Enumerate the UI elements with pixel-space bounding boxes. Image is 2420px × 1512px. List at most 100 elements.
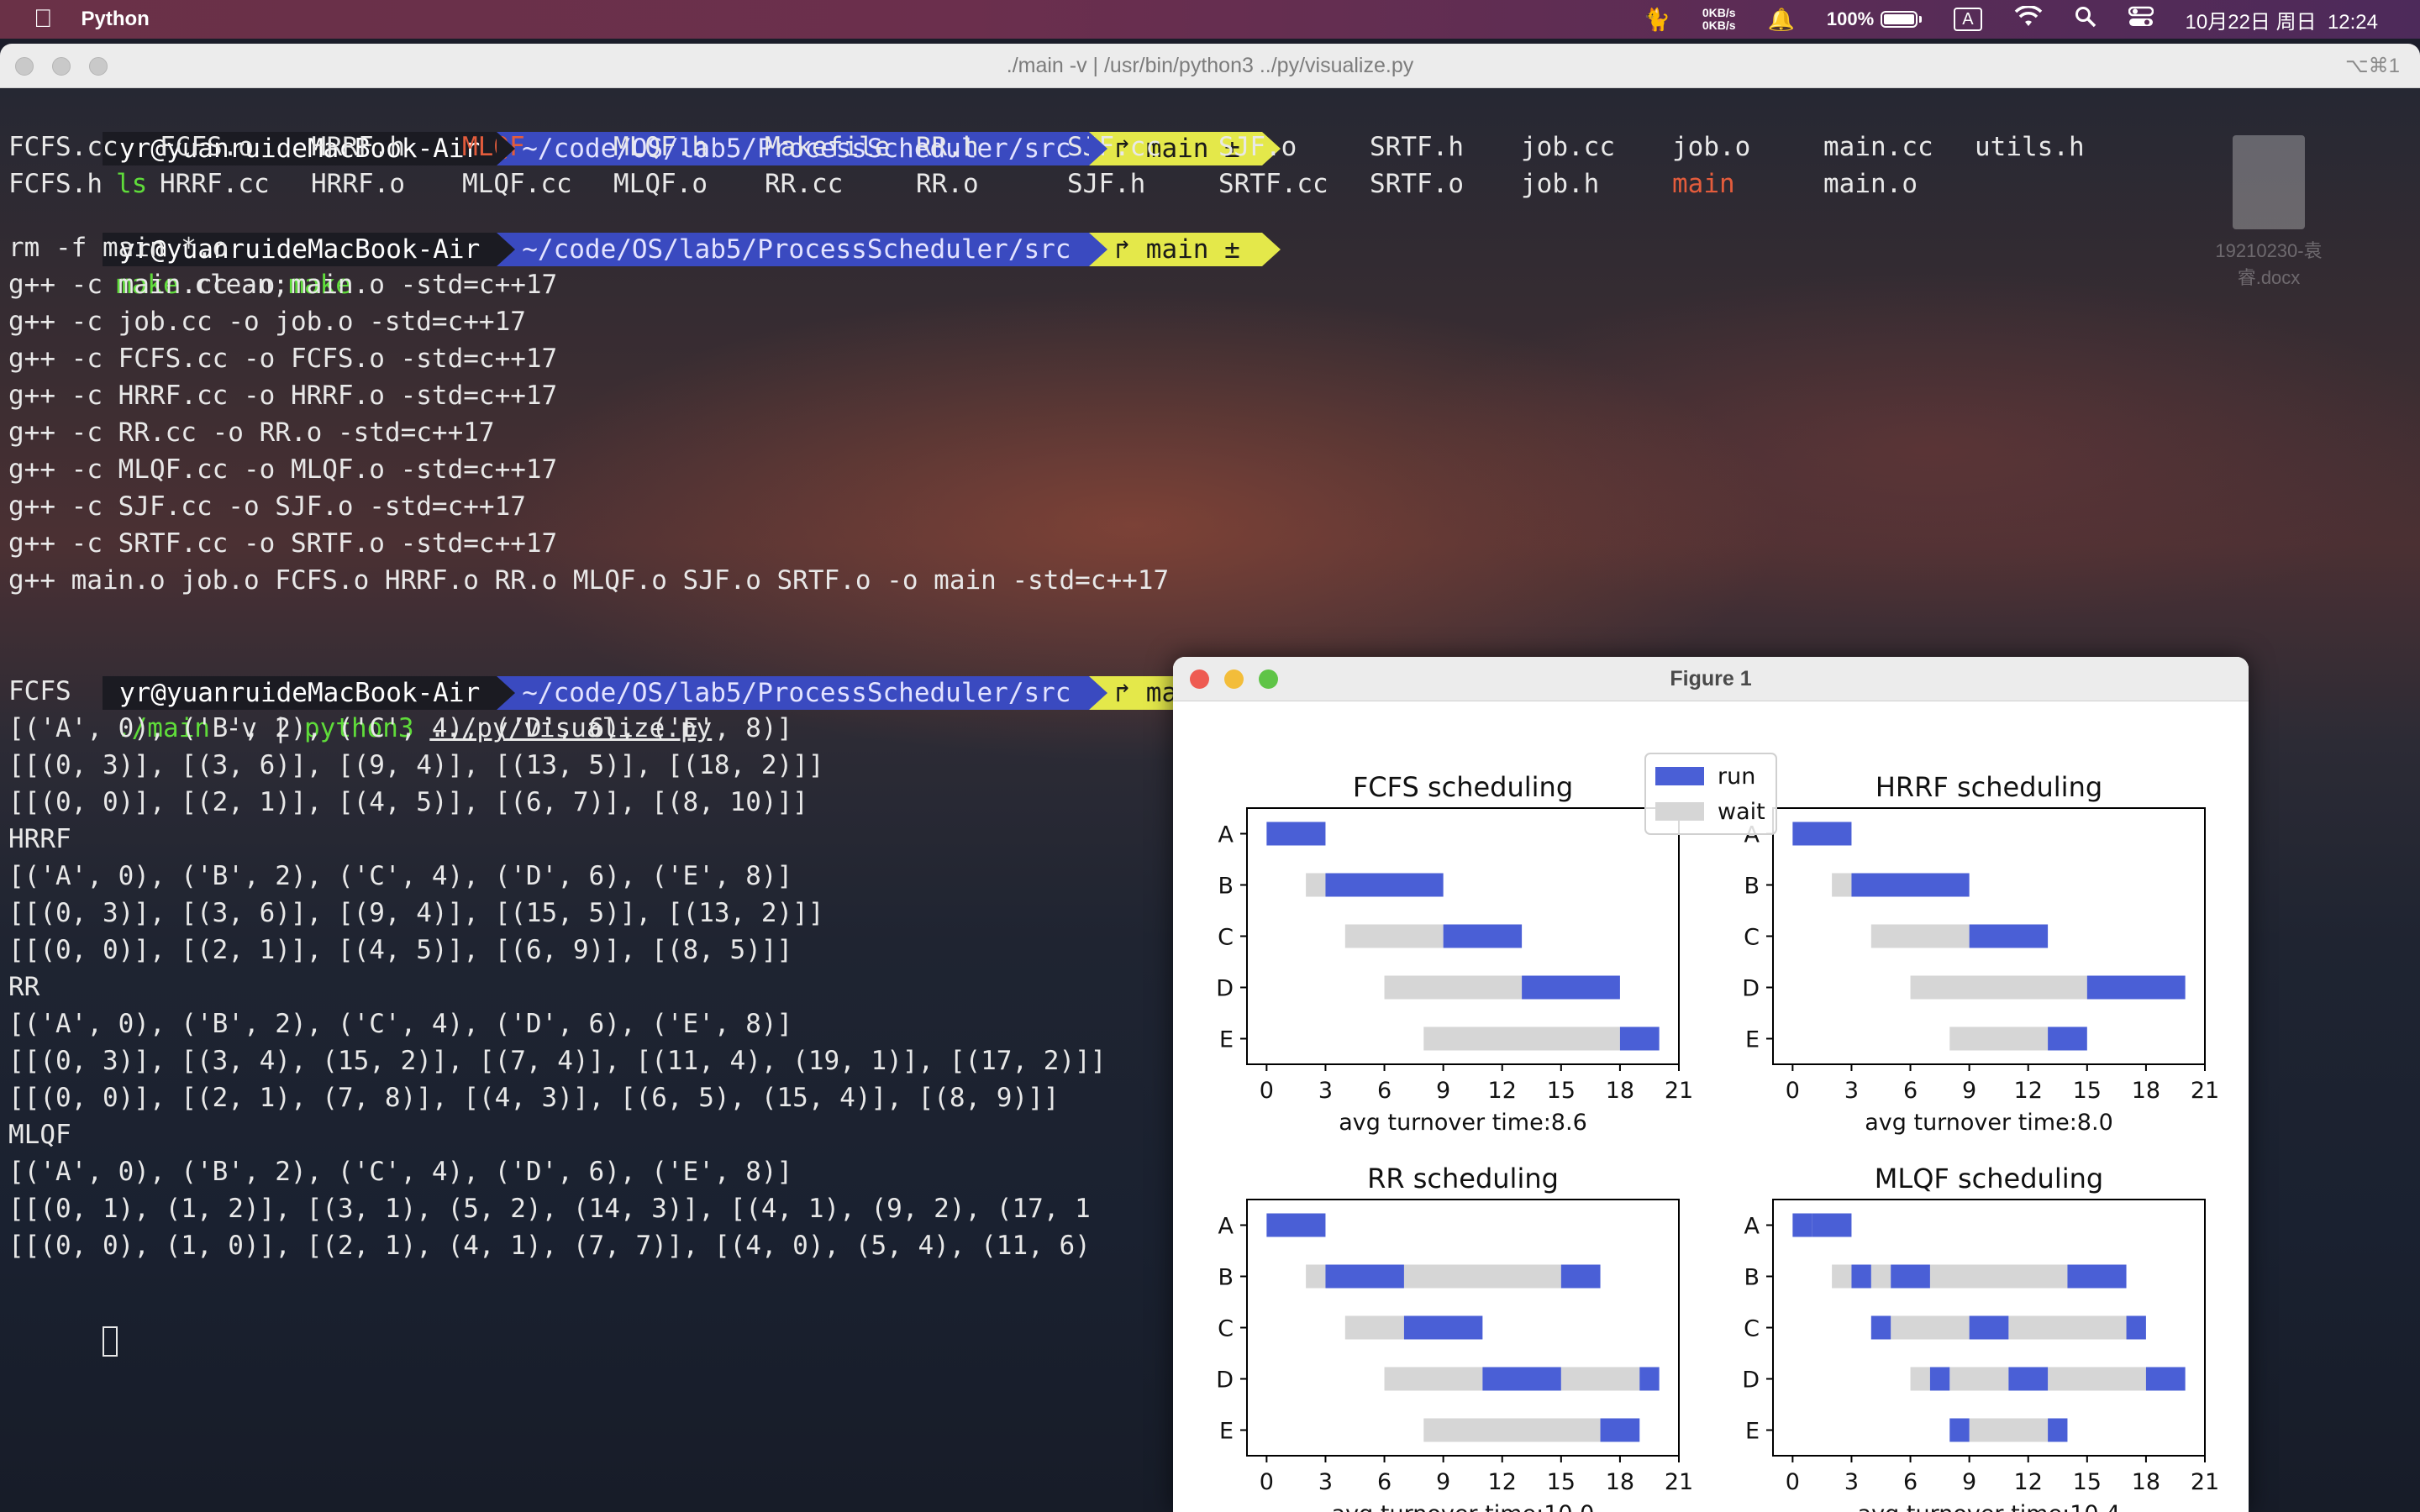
x-tick-label: 21 — [1665, 1469, 1693, 1495]
figure-titlebar[interactable]: Figure 1 — [1173, 657, 2249, 701]
y-tick-label: A — [1218, 1214, 1234, 1240]
wait-bar — [1832, 1264, 1852, 1289]
figure-zoom-button[interactable] — [1259, 669, 1278, 689]
make-output-line: g++ -c main.cc -o main.o -std=c++17 — [8, 270, 558, 300]
prompt-separator — [1089, 232, 1108, 266]
y-tick-label: C — [1218, 1316, 1234, 1342]
wait-bar — [1949, 1026, 2049, 1051]
wait-bar — [1870, 1264, 1891, 1289]
figure-window[interactable]: Figure 1 FCFS scheduling A B C D E 0 3 6 9 12 15 18 2… — [1173, 657, 2249, 1512]
chart-title: FCFS scheduling — [1353, 771, 1573, 803]
battery-indicator[interactable]: 100% — [1826, 8, 1923, 30]
prompt-line: yr@yuanruideMacBook-Air ~/code/OS/lab5/Pr… — [8, 636, 1281, 743]
chart-title: MLQF scheduling — [1875, 1163, 2103, 1194]
program-output-line: [('A', 0), ('B', 2), ('C', 4), ('D', 6),… — [8, 861, 793, 891]
ls-entry: SJF.cc — [1067, 132, 1161, 162]
program-output-line: [[(0, 1), (1, 2)], [(3, 1), (5, 2), (14,… — [8, 1194, 1091, 1224]
apple-icon[interactable]:  — [34, 5, 53, 34]
wait-bar — [1891, 1315, 1970, 1340]
terminal-titlebar[interactable]: ./main -v | /usr/bin/python3 ../py/visua… — [0, 44, 2420, 88]
x-tick-label: 21 — [1665, 1078, 1693, 1104]
wait-bar — [1384, 1367, 1483, 1391]
run-bar — [1792, 822, 1852, 846]
y-tick-label: B — [1744, 1265, 1760, 1291]
window-shortcut: ⌥⌘1 — [2344, 55, 2400, 77]
x-axis-label: avg turnover time:8.0 — [1865, 1110, 2113, 1136]
battery-percent: 100% — [1826, 8, 1875, 29]
y-tick-label: B — [1218, 874, 1234, 900]
ls-entry: main.cc — [1823, 132, 1933, 162]
prompt-separator — [1089, 675, 1108, 710]
run-bar — [1266, 1213, 1326, 1237]
run-bar — [1929, 1367, 1950, 1391]
datetime[interactable]: 10月22日 周日 12:24 — [2186, 5, 2378, 34]
run-bar — [1266, 822, 1326, 846]
make-output-line: g++ -c HRRF.cc -o HRRF.o -std=c++17 — [8, 381, 558, 411]
prompt-separator — [497, 131, 516, 165]
terminal-cursor[interactable] — [102, 1326, 118, 1357]
menu-bar:  Python 🐈 0KB/s 0KB/s 🔔 100% A 10月22日 周… — [0, 0, 2420, 39]
netspeed-down: 0KB/s — [1702, 18, 1736, 32]
legend: run wait — [1644, 753, 1777, 835]
battery-tip — [1919, 16, 1923, 23]
prompt-separator — [1261, 232, 1281, 266]
x-tick-label: 15 — [1547, 1078, 1576, 1104]
y-tick-label: B — [1218, 1265, 1234, 1291]
wait-bar — [1560, 1367, 1640, 1391]
close-button[interactable] — [15, 57, 34, 76]
make-output-line: g++ -c MLQF.cc -o MLQF.o -std=c++17 — [8, 454, 558, 485]
run-bar — [2126, 1315, 2146, 1340]
y-tick-label: A — [1744, 1214, 1760, 1240]
desktop-file-name: 19210230-袁睿.docx — [2215, 240, 2323, 288]
prompt-path: ~/code/OS/lab5/ProcessScheduler/src — [497, 675, 1090, 710]
program-output-line: [('A', 0), ('B', 2), ('C', 4), ('D', 6),… — [8, 1157, 793, 1187]
x-tick-label: 18 — [1606, 1078, 1634, 1104]
y-tick-label: E — [1219, 1419, 1234, 1445]
program-output-line: [[(0, 0), (1, 0)], [(2, 1), (4, 1), (7, … — [8, 1231, 1091, 1261]
make-output-line: g++ main.o job.o FCFS.o HRRF.o RR.o MLQF… — [8, 565, 1170, 596]
run-bar — [1969, 1315, 2009, 1340]
ls-entry: SJF.o — [1218, 132, 1297, 162]
x-tick-label: 9 — [1962, 1078, 1976, 1104]
search-icon[interactable] — [2075, 6, 2096, 34]
wait-bar — [1306, 1264, 1326, 1289]
x-tick-label: 0 — [1786, 1078, 1800, 1104]
run-bar — [2086, 975, 2186, 1000]
x-tick-label: 6 — [1903, 1469, 1918, 1495]
bell-icon[interactable]: 🔔 — [1768, 7, 1795, 33]
cursor-line — [8, 1284, 118, 1357]
y-tick-label: C — [1744, 1316, 1760, 1342]
run-bar — [1792, 1213, 1812, 1237]
wait-bar — [1403, 1264, 1561, 1289]
figure-canvas[interactable]: FCFS schedulingABCDE0 3 6 9 12 15 18 21avg turn… — [1173, 701, 2249, 1512]
x-tick-label: 3 — [1844, 1469, 1859, 1495]
run-bar — [1851, 873, 1970, 897]
ls-entry: RR.h — [916, 132, 979, 162]
document-icon — [2233, 135, 2305, 229]
x-tick-label: 15 — [2073, 1469, 2102, 1495]
control-center-icon[interactable] — [2128, 6, 2154, 34]
y-tick-label: D — [1742, 1368, 1760, 1394]
minimize-button[interactable] — [52, 57, 71, 76]
x-axis-label: avg turnover time:8.6 — [1339, 1110, 1587, 1136]
ls-entry: HRRF.h — [311, 132, 405, 162]
figure-close-button[interactable] — [1190, 669, 1209, 689]
x-tick-label: 6 — [1377, 1469, 1392, 1495]
app-name-menu[interactable]: Python — [82, 8, 150, 31]
network-speed-indicator[interactable]: 0KB/s 0KB/s — [1702, 7, 1736, 32]
gantt-chart: RR scheduling ABCDE0 3 6 9 12 15 18 21 avg turnov… — [1216, 1163, 1693, 1512]
wifi-icon[interactable] — [2014, 4, 2043, 34]
prompt-user: yr@yuanruideMacBook-Air — [102, 675, 497, 710]
y-tick-label: C — [1744, 925, 1760, 951]
wait-bar — [1949, 1367, 2009, 1391]
cat-icon[interactable]: 🐈 — [1643, 7, 1670, 33]
gantt-chart: FCFS scheduling ABCDE0 3 6 9 12 15 18 21 avg turn… — [1216, 771, 1693, 1136]
y-tick-label: E — [1219, 1027, 1234, 1053]
input-source-icon[interactable]: A — [1954, 8, 1982, 31]
battery-fill — [1884, 14, 1915, 24]
run-bar — [2008, 1367, 2049, 1391]
program-output-line: [[(0, 0)], [(2, 1)], [(4, 5)], [(6, 9)],… — [8, 935, 793, 965]
zoom-button[interactable] — [89, 57, 108, 76]
x-tick-label: 12 — [1488, 1469, 1517, 1495]
figure-minimize-button[interactable] — [1224, 669, 1244, 689]
